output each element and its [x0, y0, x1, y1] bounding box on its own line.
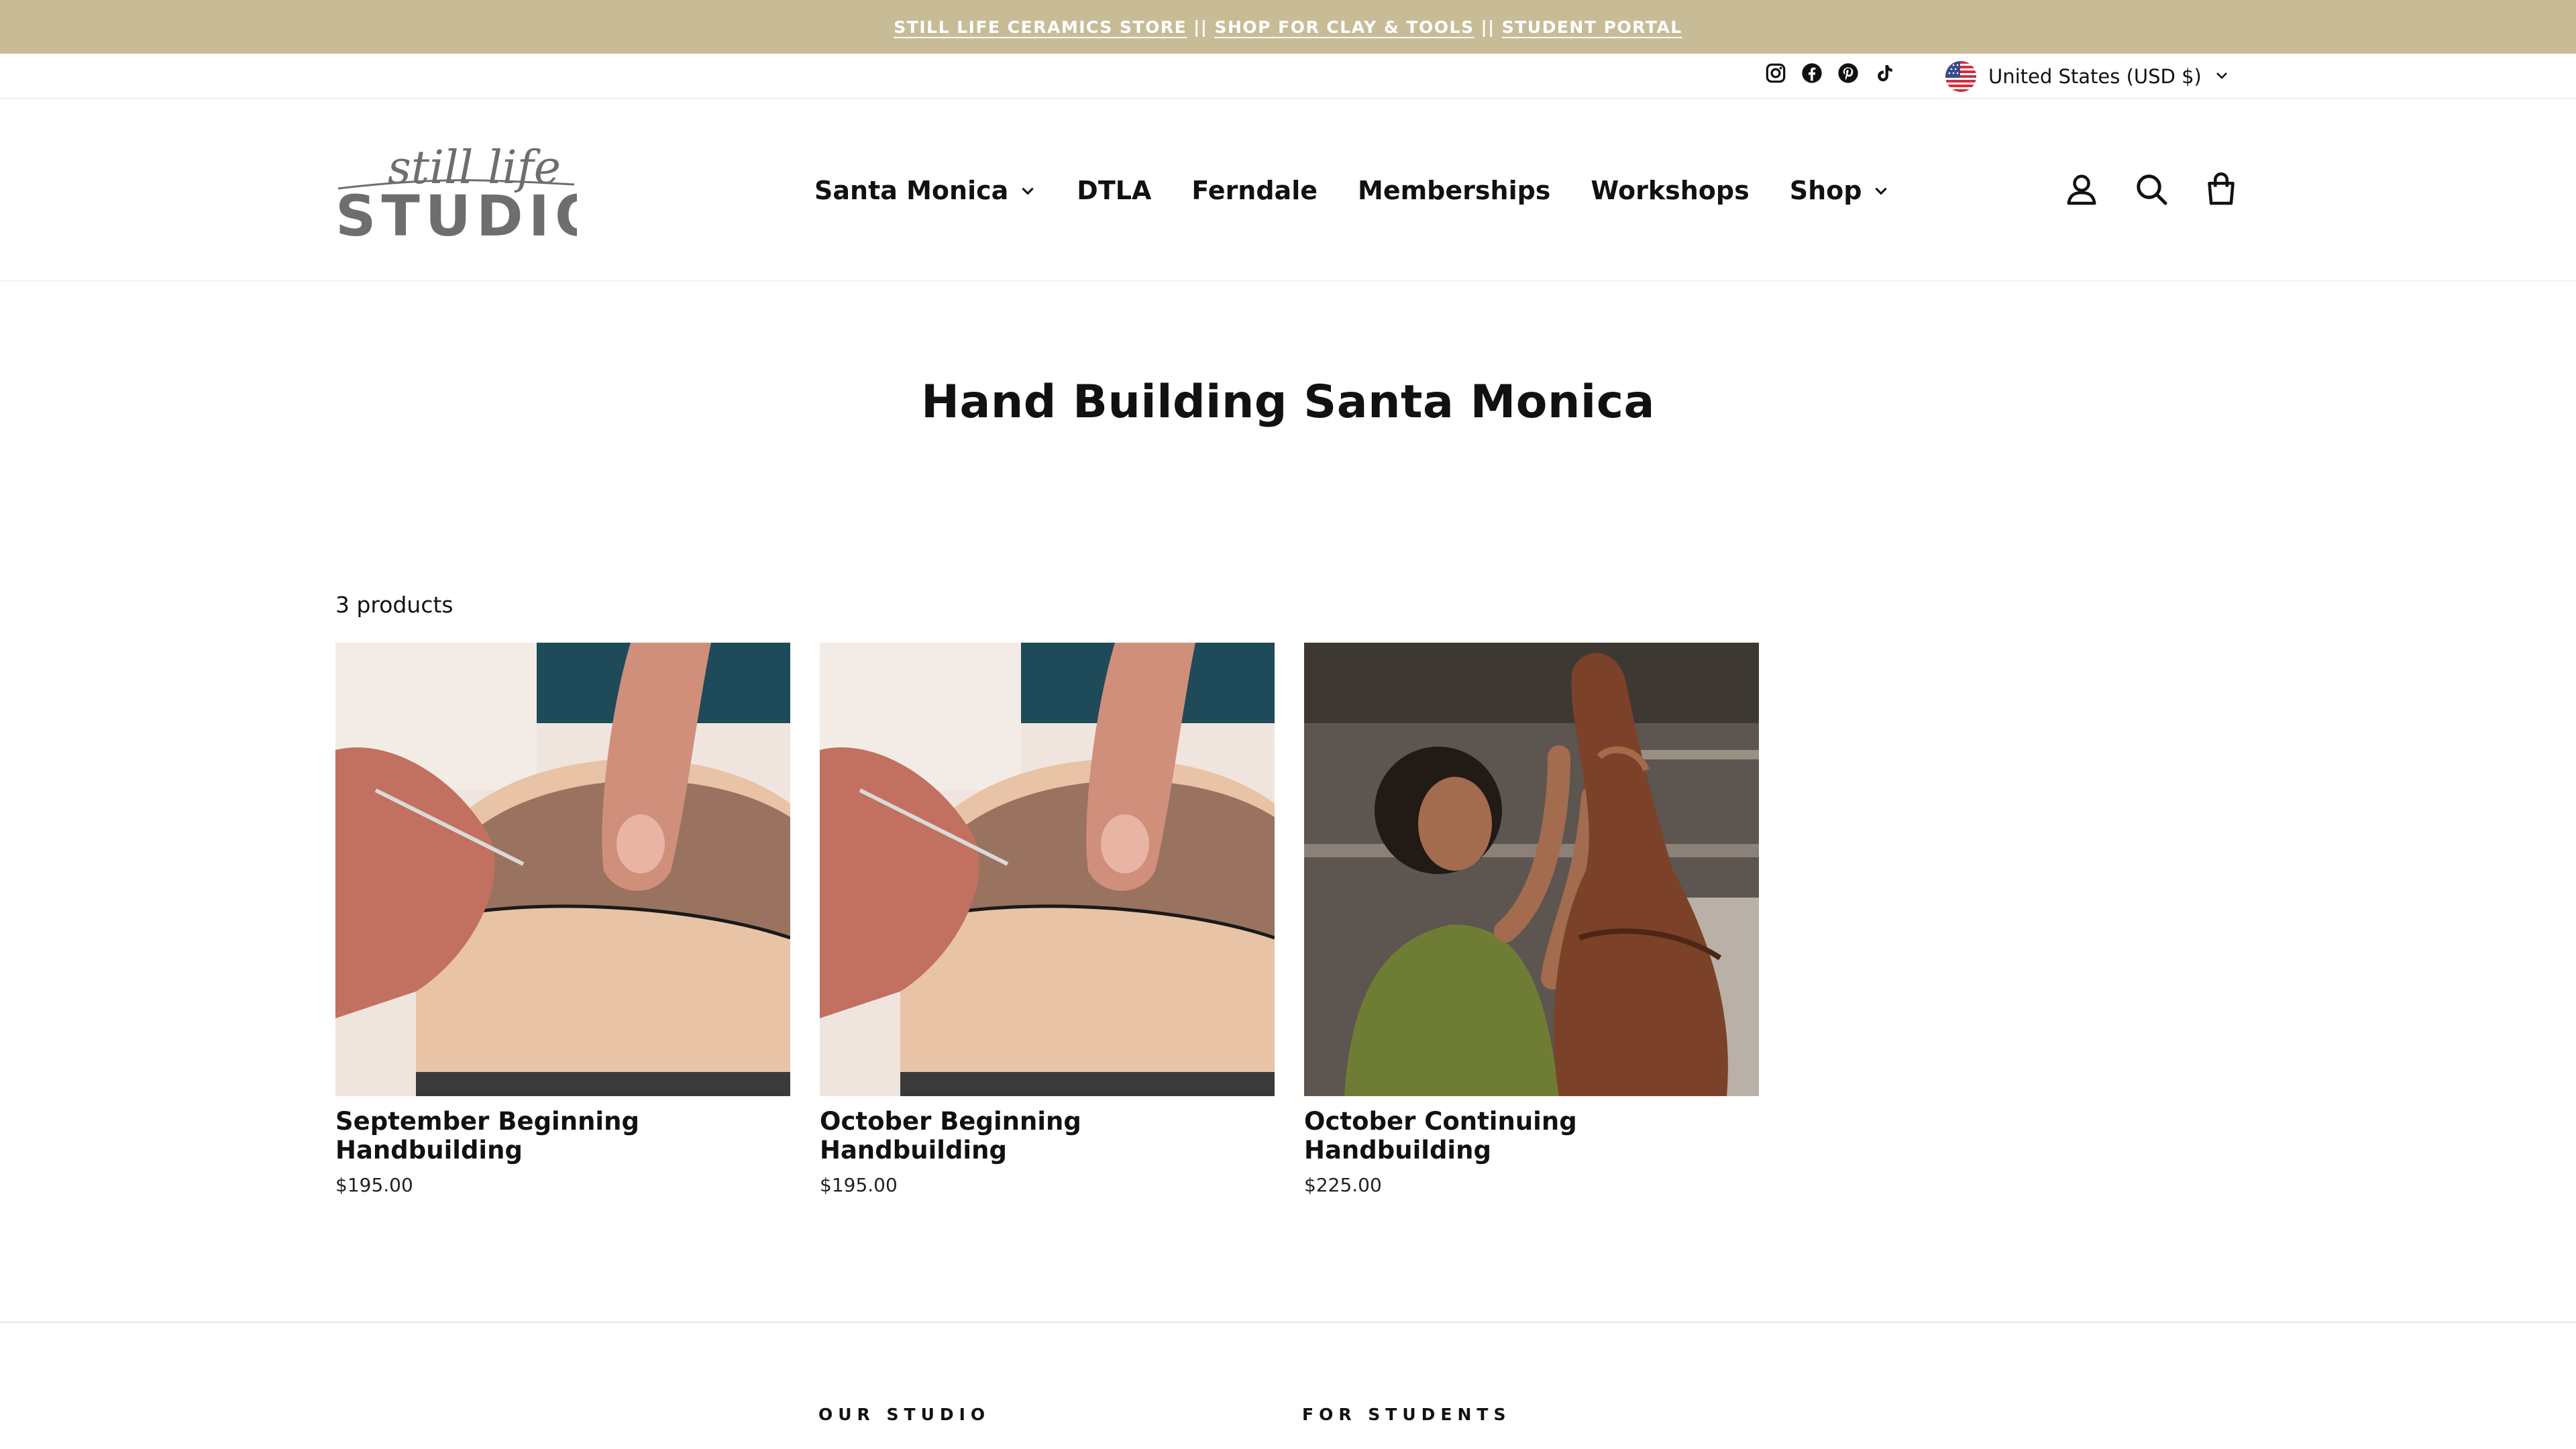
product-card[interactable]: September Beginning Handbuilding $195.00: [335, 643, 790, 1196]
announcement-links: STILL LIFE CERAMICS STORE || SHOP FOR CL…: [894, 17, 1682, 37]
product-card[interactable]: October Beginning Handbuilding $195.00: [820, 643, 1275, 1196]
currency-label: United States (USD $): [1988, 65, 2202, 88]
product-price: $225.00: [1304, 1174, 1382, 1196]
announcement-bar: STILL LIFE CERAMICS STORE || SHOP FOR CL…: [0, 0, 2576, 54]
footer-heading-for-students: FOR STUDENTS: [1302, 1405, 1511, 1424]
product-title[interactable]: October Beginning Handbuilding: [820, 1107, 1275, 1165]
separator: ||: [1481, 17, 1495, 37]
nav-santa-monica[interactable]: Santa Monica: [814, 176, 1036, 205]
logo-wordmark: STUDIO: [335, 183, 577, 244]
nav-label: Santa Monica: [814, 176, 1009, 205]
nav-label: DTLA: [1077, 176, 1152, 205]
social-links: [1764, 62, 1896, 85]
nav-label: Shop: [1789, 176, 1862, 205]
nav-ferndale[interactable]: Ferndale: [1191, 176, 1318, 205]
tiktok-icon[interactable]: [1873, 62, 1896, 85]
product-image[interactable]: [335, 643, 790, 1096]
nav-dtla[interactable]: DTLA: [1077, 176, 1151, 205]
nav-label: Workshops: [1591, 176, 1750, 205]
product-card[interactable]: October Continuing Handbuilding $225.00: [1304, 643, 1759, 1196]
product-price: $195.00: [820, 1174, 898, 1196]
store-link[interactable]: STILL LIFE CERAMICS STORE: [894, 17, 1187, 37]
separator: ||: [1193, 17, 1208, 37]
site-logo[interactable]: still life STUDIO: [335, 136, 602, 249]
nav-memberships[interactable]: Memberships: [1358, 176, 1550, 205]
nav-label: Ferndale: [1191, 176, 1318, 205]
facebook-icon[interactable]: [1801, 62, 1823, 85]
product-price: $195.00: [335, 1174, 413, 1196]
us-flag-icon: [1945, 61, 1976, 92]
account-icon[interactable]: [2063, 170, 2100, 211]
product-image[interactable]: [1304, 643, 1759, 1096]
product-title[interactable]: September Beginning Handbuilding: [335, 1107, 790, 1165]
site-footer: OUR STUDIO FOR STUDENTS: [0, 1322, 2576, 1449]
chevron-down-icon: [1019, 176, 1036, 205]
cart-icon[interactable]: [2202, 170, 2240, 211]
instagram-icon[interactable]: [1764, 62, 1787, 85]
site-header: still life STUDIO Santa Monica DTLA Fern…: [0, 99, 2576, 282]
search-icon[interactable]: [2133, 170, 2170, 211]
pinterest-icon[interactable]: [1837, 62, 1860, 85]
currency-selector[interactable]: United States (USD $): [1945, 60, 2230, 93]
product-count: 3 products: [335, 592, 453, 618]
clay-tools-link[interactable]: SHOP FOR CLAY & TOOLS: [1214, 17, 1474, 37]
nav-workshops[interactable]: Workshops: [1591, 176, 1749, 205]
student-portal-link[interactable]: STUDENT PORTAL: [1502, 17, 1682, 37]
utility-bar: United States (USD $): [0, 54, 2576, 99]
main-nav: Santa Monica DTLA Ferndale Memberships W…: [814, 169, 1890, 212]
nav-shop[interactable]: Shop: [1790, 176, 1890, 205]
footer-heading-our-studio: OUR STUDIO: [818, 1405, 991, 1424]
product-title[interactable]: October Continuing Handbuilding: [1304, 1107, 1759, 1165]
product-grid: September Beginning Handbuilding $195.00…: [335, 643, 1759, 1196]
chevron-down-icon: [2214, 67, 2230, 86]
product-image[interactable]: [820, 643, 1275, 1096]
header-actions: [2063, 170, 2240, 211]
chevron-down-icon: [1872, 176, 1890, 205]
page-title: Hand Building Santa Monica: [921, 376, 1655, 429]
nav-label: Memberships: [1358, 176, 1551, 205]
